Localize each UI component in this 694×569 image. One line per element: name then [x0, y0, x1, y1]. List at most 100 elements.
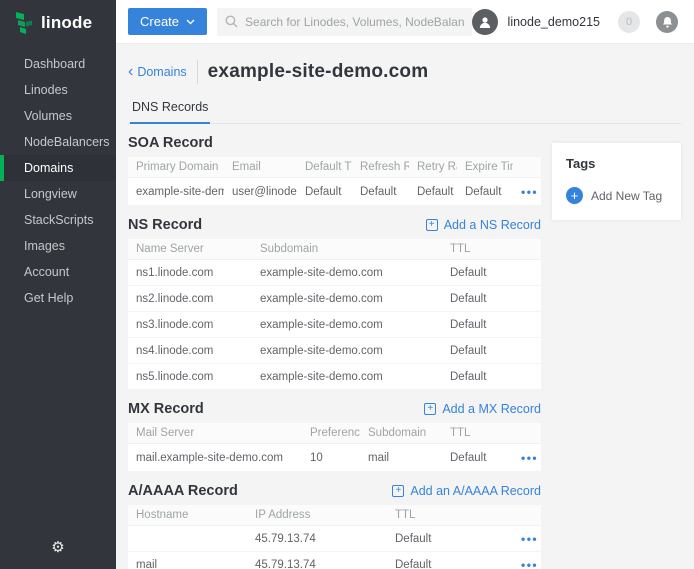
- sidebar-item-account[interactable]: Account: [0, 259, 116, 285]
- search-icon: [225, 15, 238, 28]
- tags-column: Tags + Add New Tag: [552, 143, 681, 220]
- main-content: ‹ Domains example-site-demo.com DNS Reco…: [116, 44, 694, 569]
- add-new-tag-button[interactable]: + Add New Tag: [566, 187, 667, 204]
- brand-name: linode: [41, 13, 92, 33]
- records-column: SOA Record Primary Domain Email Default …: [128, 124, 541, 569]
- user-avatar[interactable]: [472, 9, 498, 35]
- a-table: Hostname IP Address TTL 45.79.13.74 Defa…: [128, 505, 541, 569]
- ns-row: ns2.linode.com example-site-demo.com Def…: [128, 286, 541, 312]
- soa-col-default-ttl: Default TTL: [297, 157, 352, 178]
- user-avatar-icon: [478, 15, 492, 29]
- mx-col-ttl: TTL: [442, 423, 513, 444]
- soa-section-title: SOA Record: [128, 135, 213, 151]
- soa-col-email: Email: [224, 157, 297, 178]
- soa-row: example-site-demo.com user@linode.com De…: [128, 178, 541, 206]
- create-button-label: Create: [140, 14, 179, 29]
- ns-section-head: NS Record + Add a NS Record: [128, 216, 541, 234]
- add-mx-record-button[interactable]: + Add a MX Record: [424, 402, 541, 416]
- mx-col-preference: Preference: [302, 423, 360, 444]
- plus-circle-icon: +: [566, 187, 583, 204]
- a-col-hostname: Hostname: [128, 505, 247, 526]
- add-a-record-label: Add an A/AAAA Record: [410, 484, 541, 498]
- soa-col-expire-time: Expire Time: [457, 157, 513, 178]
- tab-dns-records[interactable]: DNS Records: [130, 100, 210, 124]
- ns-row: ns1.linode.com example-site-demo.com Def…: [128, 260, 541, 286]
- sidebar-footer: ⚙: [0, 524, 116, 569]
- ns-section-title: NS Record: [128, 217, 202, 233]
- soa-primary-domain: example-site-demo.com: [128, 178, 224, 206]
- soa-table: Primary Domain Email Default TTL Refresh…: [128, 157, 541, 206]
- add-ns-record-label: Add a NS Record: [444, 218, 541, 232]
- tab-bar: DNS Records: [128, 100, 681, 124]
- notifications-bell-button[interactable]: [656, 11, 678, 33]
- create-button[interactable]: Create: [128, 8, 207, 35]
- sidebar-item-volumes[interactable]: Volumes: [0, 103, 116, 129]
- add-ns-record-button[interactable]: + Add a NS Record: [426, 218, 541, 232]
- sidebar-item-get-help[interactable]: Get Help: [0, 285, 116, 311]
- topbar-right: linode_demo215 0: [472, 9, 694, 35]
- chevron-down-icon: [186, 19, 195, 25]
- a-col-ip-address: IP Address: [247, 505, 387, 526]
- mx-col-subdomain: Subdomain: [360, 423, 442, 444]
- soa-expire-time: Default: [457, 178, 513, 206]
- settings-gear-icon[interactable]: ⚙: [51, 538, 64, 556]
- mx-header-row: Mail Server Preference Subdomain TTL: [128, 423, 541, 444]
- sidebar: linode Dashboard Linodes Volumes NodeBal…: [0, 0, 116, 569]
- plus-square-icon: +: [426, 219, 438, 231]
- sidebar-item-images[interactable]: Images: [0, 233, 116, 259]
- sidebar-item-stackscripts[interactable]: StackScripts: [0, 207, 116, 233]
- ns-col-name-server: Name Server: [128, 239, 252, 260]
- soa-col-retry-rate: Retry Rate: [409, 157, 457, 178]
- a-row: 45.79.13.74 Default •••: [128, 526, 541, 552]
- ns-row: ns3.linode.com example-site-demo.com Def…: [128, 312, 541, 338]
- back-link-label: Domains: [137, 65, 186, 79]
- plus-square-icon: +: [392, 485, 404, 497]
- breadcrumb: ‹ Domains example-site-demo.com: [128, 58, 681, 86]
- a-row-actions-button[interactable]: •••: [521, 532, 538, 546]
- tags-panel-title: Tags: [566, 156, 667, 171]
- soa-row-actions-button[interactable]: •••: [521, 185, 538, 199]
- username-menu[interactable]: linode_demo215: [508, 15, 600, 29]
- ns-row: ns4.linode.com example-site-demo.com Def…: [128, 338, 541, 364]
- ns-header-row: Name Server Subdomain TTL: [128, 239, 541, 260]
- a-section-head: A/AAAA Record + Add an A/AAAA Record: [128, 482, 541, 500]
- ns-col-subdomain: Subdomain: [252, 239, 442, 260]
- sidebar-item-longview[interactable]: Longview: [0, 181, 116, 207]
- mx-table: Mail Server Preference Subdomain TTL mai…: [128, 423, 541, 472]
- soa-email: user@linode.com: [224, 178, 297, 206]
- soa-section-head: SOA Record: [128, 134, 541, 152]
- ns-col-ttl: TTL: [442, 239, 541, 260]
- a-section-title: A/AAAA Record: [128, 483, 238, 499]
- sidebar-item-linodes[interactable]: Linodes: [0, 77, 116, 103]
- sidebar-item-domains[interactable]: Domains: [0, 155, 116, 181]
- a-row-actions-button[interactable]: •••: [521, 558, 538, 569]
- add-new-tag-label: Add New Tag: [591, 189, 662, 203]
- plus-square-icon: +: [424, 403, 436, 415]
- page-title: example-site-demo.com: [208, 61, 429, 83]
- soa-refresh-rate: Default: [352, 178, 409, 206]
- mx-row: mail.example-site-demo.com 10 mail Defau…: [128, 444, 541, 472]
- a-row: mail 45.79.13.74 Default •••: [128, 552, 541, 569]
- soa-col-primary-domain: Primary Domain: [128, 157, 224, 178]
- add-a-record-button[interactable]: + Add an A/AAAA Record: [392, 484, 541, 498]
- soa-col-refresh-rate: Refresh Rate: [352, 157, 409, 178]
- mx-section-head: MX Record + Add a MX Record: [128, 400, 541, 418]
- soa-default-ttl: Default: [297, 178, 352, 206]
- tags-panel: Tags + Add New Tag: [552, 143, 681, 220]
- add-mx-record-label: Add a MX Record: [442, 402, 541, 416]
- bell-icon: [662, 16, 673, 28]
- back-to-domains-link[interactable]: ‹ Domains: [128, 65, 187, 79]
- linode-logo[interactable]: linode: [0, 0, 116, 47]
- soa-retry-rate: Default: [409, 178, 457, 206]
- ns-row: ns5.linode.com example-site-demo.com Def…: [128, 364, 541, 390]
- open-tickets-badge[interactable]: 0: [618, 11, 640, 33]
- search-box: [217, 8, 472, 36]
- sidebar-item-dashboard[interactable]: Dashboard: [0, 51, 116, 77]
- back-chevron-icon: ‹: [128, 66, 133, 78]
- a-header-row: Hostname IP Address TTL: [128, 505, 541, 526]
- mx-section-title: MX Record: [128, 401, 204, 417]
- a-col-ttl: TTL: [387, 505, 513, 526]
- search-input[interactable]: [245, 15, 464, 29]
- sidebar-item-nodebalancers[interactable]: NodeBalancers: [0, 129, 116, 155]
- mx-row-actions-button[interactable]: •••: [521, 451, 538, 465]
